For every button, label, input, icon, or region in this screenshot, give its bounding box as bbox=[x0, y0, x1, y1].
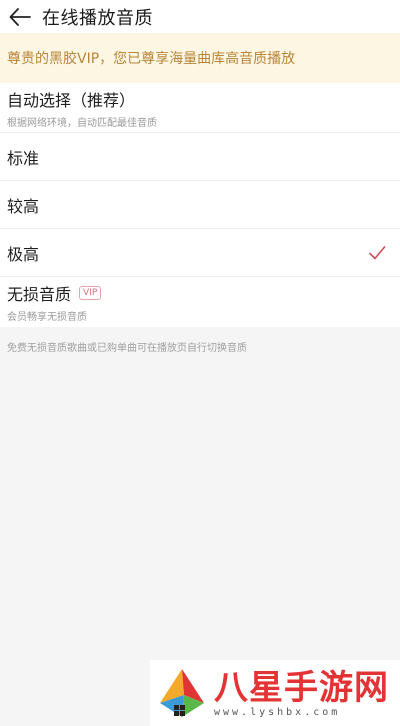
option-standard[interactable]: 标准 bbox=[0, 133, 400, 181]
quality-option-list: 自动选择（推荐） 根据网络环境，自动匹配最佳音质 标准 较高 极高 无损音质 V… bbox=[0, 83, 400, 327]
vip-banner-text: 尊贵的黑胶VIP，您已尊享海量曲库高音质播放 bbox=[7, 51, 296, 67]
option-subtitle: 根据网络环境，自动匹配最佳音质 bbox=[7, 117, 157, 129]
watermark-name: 八星手游网 bbox=[214, 667, 389, 708]
option-auto[interactable]: 自动选择（推荐） 根据网络环境，自动匹配最佳音质 bbox=[0, 83, 400, 133]
back-button[interactable] bbox=[6, 3, 34, 31]
option-label: 自动选择（推荐） bbox=[7, 90, 136, 110]
watermark: 八星手游网 www.lyshbx.com bbox=[150, 660, 400, 726]
option-subtitle: 会员畅享无损音质 bbox=[7, 312, 87, 323]
watermark-url: www.lyshbx.com bbox=[214, 706, 341, 718]
option-label-row: 无损音质 VIP bbox=[7, 281, 400, 305]
watermark-text: 八星手游网 www.lyshbx.com bbox=[214, 669, 389, 718]
page-title: 在线播放音质 bbox=[42, 7, 153, 29]
option-label: 标准 bbox=[7, 148, 40, 168]
option-label: 极高 bbox=[7, 244, 40, 264]
option-label-row: 极高 bbox=[7, 241, 400, 265]
site-logo-icon bbox=[160, 669, 204, 717]
vip-banner: 尊贵的黑胶VIP，您已尊享海量曲库高音质播放 bbox=[0, 33, 400, 83]
option-label-row: 标准 bbox=[7, 145, 400, 169]
option-label-row: 自动选择（推荐） bbox=[7, 87, 400, 111]
option-extreme[interactable]: 极高 bbox=[0, 229, 400, 277]
arrow-left-icon bbox=[9, 7, 31, 26]
vip-badge: VIP bbox=[79, 286, 102, 300]
check-icon bbox=[369, 245, 386, 259]
option-label: 无损音质 bbox=[7, 285, 72, 304]
option-label-row: 较高 bbox=[7, 193, 400, 217]
option-higher[interactable]: 较高 bbox=[0, 181, 400, 229]
header-bar: 在线播放音质 bbox=[0, 0, 400, 33]
option-lossless[interactable]: 无损音质 VIP 会员畅享无损音质 bbox=[0, 277, 400, 327]
footnote-text: 免费无损音质歌曲或已购单曲可在播放页自行切换音质 bbox=[7, 343, 247, 354]
option-label: 较高 bbox=[7, 196, 40, 216]
